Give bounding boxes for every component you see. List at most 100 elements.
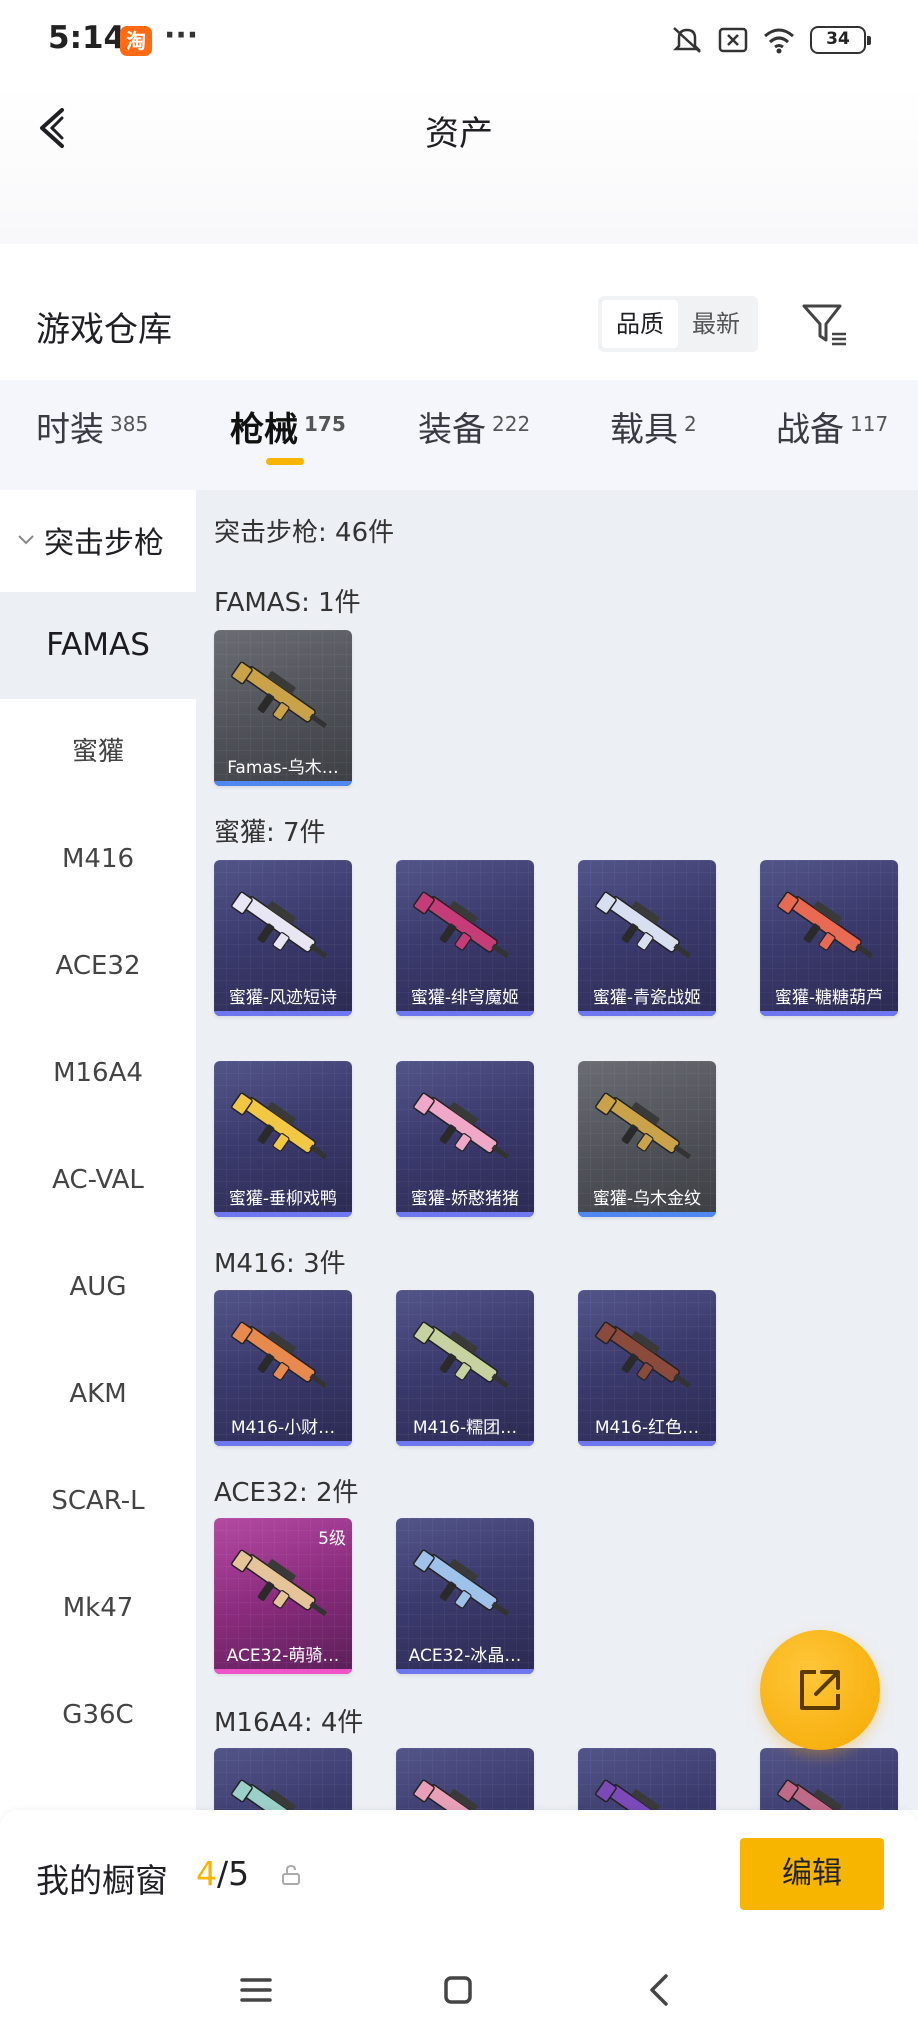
weapon-skin-image <box>231 1092 328 1160</box>
wifi-icon <box>764 28 794 54</box>
weapon-skin-image <box>595 1779 680 1810</box>
weapon-card[interactable]: 蜜獾-娇憨猪猪 <box>396 1061 534 1217</box>
weapon-card-label: 蜜獾-风迹短诗 <box>228 988 338 1008</box>
weapon-card-label: 蜜獾-娇憨猪猪 <box>410 1189 520 1209</box>
rarity-bar <box>214 1212 352 1217</box>
sidebar-item[interactable]: G36C <box>0 1662 196 1769</box>
rarity-bar <box>214 1669 352 1674</box>
weapon-card-label: 蜜獾-乌木金纹 <box>592 1189 702 1209</box>
showcase-title: 我的橱窗 <box>36 1861 168 1900</box>
system-nav-bar <box>0 1940 918 2040</box>
weapon-skin-image <box>413 891 510 959</box>
weapon-card[interactable]: M416-小财… <box>214 1290 352 1446</box>
status-bar: 5:14 淘 ··· 34 <box>0 0 918 84</box>
sidebar-item[interactable]: 蜜獾 <box>0 699 196 806</box>
rarity-bar <box>578 1011 716 1016</box>
weapon-skin-image <box>413 1549 510 1617</box>
weapon-card[interactable] <box>214 1748 352 1810</box>
sort-quality-button[interactable]: 品质 <box>602 300 678 348</box>
more-notifications-icon: ··· <box>164 18 199 53</box>
weapon-card-label: 蜜獾-垂柳戏鸭 <box>228 1189 338 1209</box>
weapon-card[interactable]: 蜜獾-糖糖葫芦 <box>760 860 898 1016</box>
weapon-card-label: Famas-乌木… <box>227 758 339 778</box>
tab-supplies[interactable]: 战备 117 <box>776 402 888 451</box>
sidebar-item[interactable]: ACE32 <box>0 913 196 1020</box>
weapon-skin-image <box>231 1321 328 1389</box>
weapon-card[interactable]: 5级 ACE32-萌骑… <box>214 1518 352 1674</box>
sidebar-item[interactable]: AKM <box>0 1341 196 1448</box>
weapon-card-label: ACE32-冰晶… <box>408 1646 522 1666</box>
sidebar-item[interactable]: SCAR-L <box>0 1448 196 1555</box>
weapon-skin-image <box>595 1092 692 1160</box>
weapon-card-label: 蜜獾-绯穹魔姬 <box>410 988 520 1008</box>
sidebar-item[interactable]: Mk47 <box>0 1555 196 1662</box>
weapon-skin-image <box>413 1779 498 1810</box>
share-button[interactable] <box>760 1630 880 1750</box>
weapon-card[interactable]: 蜜獾-风迹短诗 <box>214 860 352 1016</box>
weapon-skin-image <box>231 891 328 959</box>
rarity-bar <box>396 1669 534 1674</box>
weapon-card-label: M416-糯团… <box>412 1418 518 1438</box>
tab-weapons[interactable]: 枪械 175 <box>230 402 346 465</box>
weapon-skin-image <box>595 891 692 959</box>
edit-button[interactable]: 编辑 <box>740 1838 884 1910</box>
weapon-card[interactable]: 蜜獾-绯穹魔姬 <box>396 860 534 1016</box>
weapon-card-label: ACE32-萌骑… <box>226 1646 340 1666</box>
tab-equipment[interactable]: 装备 222 <box>418 402 530 451</box>
nav-back-icon[interactable] <box>640 1970 680 2010</box>
weapon-skin-image <box>413 1321 510 1389</box>
app-header: 资产 <box>0 84 918 244</box>
weapon-card[interactable]: Famas-乌木… <box>214 630 352 786</box>
chevron-down-icon <box>18 535 34 545</box>
menu-icon[interactable] <box>236 1970 276 2010</box>
weapon-skin-image <box>231 661 328 729</box>
weapon-skin-image <box>777 1779 862 1810</box>
weapon-card[interactable] <box>396 1748 534 1810</box>
sidebar-group-assault-rifle[interactable]: 突击步枪 <box>0 490 196 592</box>
rarity-bar <box>396 1441 534 1446</box>
weapon-card-label: M416-小财… <box>230 1418 336 1438</box>
section-title: ACE32: 2件 <box>214 1478 359 1508</box>
weapon-skin-image <box>777 891 874 959</box>
weapon-card[interactable]: 蜜獾-青瓷战姬 <box>578 860 716 1016</box>
weapon-card-label: M416-红色… <box>594 1418 700 1438</box>
rarity-bar <box>396 1212 534 1217</box>
weapon-card[interactable]: M416-糯团… <box>396 1290 534 1446</box>
weapon-card[interactable]: M416-红色… <box>578 1290 716 1446</box>
weapon-card[interactable]: ACE32-冰晶… <box>396 1518 534 1674</box>
rarity-bar <box>396 1011 534 1016</box>
sidebar-item[interactable]: M16A4 <box>0 1020 196 1127</box>
section-title: M16A4: 4件 <box>214 1708 364 1738</box>
home-icon[interactable] <box>438 1970 478 2010</box>
warehouse-title: 游戏仓库 <box>36 310 172 350</box>
sim-off-icon <box>718 27 748 53</box>
rarity-bar <box>760 1011 898 1016</box>
weapon-card[interactable]: 蜜獾-垂柳戏鸭 <box>214 1061 352 1217</box>
weapon-skin-image <box>413 1092 510 1160</box>
weapon-skin-image <box>595 1321 692 1389</box>
weapon-card[interactable] <box>578 1748 716 1810</box>
warehouse-header: 游戏仓库 品质 最新 <box>0 280 918 380</box>
sidebar-item[interactable]: M416 <box>0 806 196 913</box>
weapon-card[interactable]: 蜜獾-乌木金纹 <box>578 1061 716 1217</box>
share-icon <box>800 1670 840 1710</box>
page-title: 资产 <box>425 114 493 154</box>
weapon-type-sidebar: 突击步枪 FAMAS 蜜獾 M416 ACE32 M16A4 AC-VAL AUG AKM SC… <box>0 490 196 1810</box>
sidebar-item[interactable]: AC-VAL <box>0 1127 196 1234</box>
weapon-list: 突击步枪: 46件 FAMAS: 1件 Famas-乌木… 蜜獾: 7件 蜜獾-风迹短… <box>196 490 918 1810</box>
status-time: 5:14 <box>48 20 126 56</box>
sidebar-item[interactable]: FAMAS <box>0 592 196 699</box>
showcase-count: 4/5 <box>196 1854 250 1893</box>
total-count: 突击步枪: 46件 <box>214 518 395 548</box>
weapon-card[interactable] <box>760 1748 898 1810</box>
rarity-bar <box>214 781 352 786</box>
sidebar-item[interactable]: AUG <box>0 1234 196 1341</box>
weapon-card-label: 蜜獾-青瓷战姬 <box>592 988 702 1008</box>
lock-icon <box>282 1864 300 1885</box>
section-title: M416: 3件 <box>214 1249 346 1279</box>
sort-newest-button[interactable]: 最新 <box>678 300 754 348</box>
filter-icon[interactable] <box>800 300 848 348</box>
level-badge: 5级 <box>318 1529 346 1549</box>
tab-vehicles[interactable]: 载具 2 <box>610 402 697 451</box>
tab-fashion[interactable]: 时装 385 <box>36 402 148 451</box>
